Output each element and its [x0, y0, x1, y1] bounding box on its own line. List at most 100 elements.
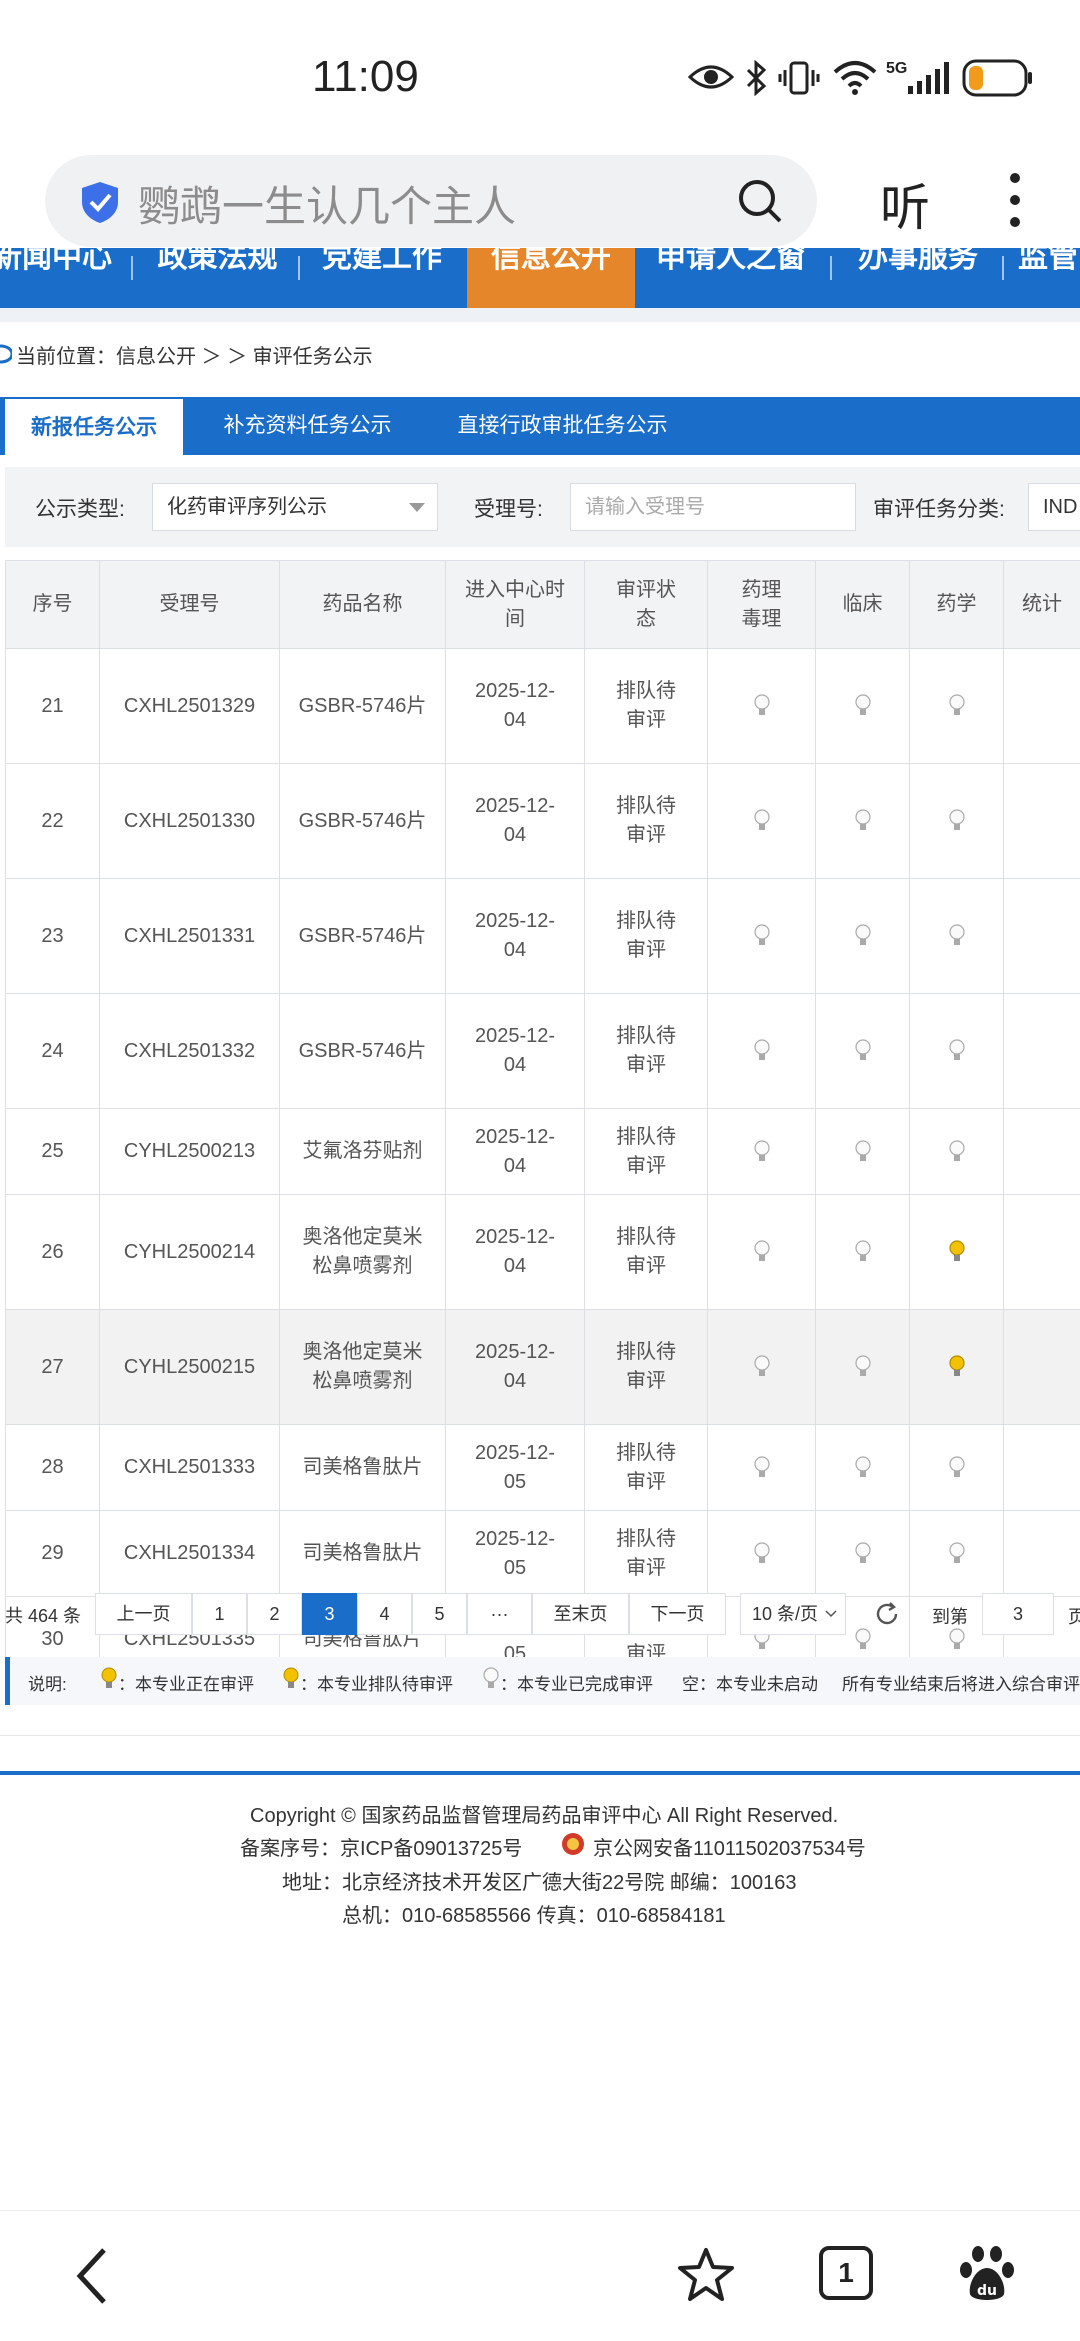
back-icon[interactable] [72, 2246, 112, 2306]
table-row[interactable]: 23CXHL2501331GSBR-5746片2025-12-04排队待审评 [6, 879, 1080, 994]
status-time: 11:09 [312, 52, 419, 102]
star-icon[interactable] [676, 2246, 736, 2304]
nav-policy[interactable]: 政策法规 [150, 248, 285, 308]
tab-new-tasks[interactable]: 新报任务公示 [5, 397, 183, 455]
footer-phone: 总机：010-68585566 传真：010-68584181 [342, 1899, 726, 1928]
cell-no: 25 [6, 1109, 100, 1195]
legend-note: 所有专业结束后将进入综合审评 [842, 1670, 1080, 1695]
cell-review-light [708, 1195, 816, 1310]
table-row[interactable]: 27CYHL2500215奥洛他定莫米松鼻喷雾剂2025-12-04排队待审评 [6, 1310, 1080, 1425]
baidu-paw-icon[interactable]: du [958, 2244, 1016, 2304]
cell-drug-name: GSBR-5746片 [280, 879, 446, 994]
table-row[interactable]: 26CYHL2500214奥洛他定莫米松鼻喷雾剂2025-12-04排队待审评 [6, 1195, 1080, 1310]
accept-label: 受理号: [474, 493, 543, 523]
bulb-done-icon [754, 924, 770, 948]
nav-services[interactable]: 办事服务 [848, 248, 988, 308]
type-select[interactable]: 化药审评序列公示 [152, 483, 438, 531]
bulb-reviewing-icon [101, 1667, 117, 1691]
table-row[interactable]: 21CXHL2501329GSBR-5746片2025-12-04排队待审评 [6, 649, 1080, 764]
search-query[interactable]: 鹦鹉一生认几个主人 [138, 173, 516, 234]
page-ellipsis[interactable]: ··· [467, 1593, 532, 1635]
page-button[interactable]: 1 [192, 1593, 247, 1635]
next-page-button[interactable]: 下一页 [629, 1593, 726, 1635]
page-button[interactable]: 2 [247, 1593, 302, 1635]
bulb-done-icon [855, 924, 871, 948]
cell-accept-no: CXHL2501333 [100, 1425, 280, 1511]
col-header: 统计 [1004, 561, 1080, 649]
cell-date: 2025-12-04 [446, 1310, 585, 1425]
total-count: 共 464 条 [5, 1602, 81, 1628]
nav-info-public[interactable]: 信息公开 [467, 248, 635, 308]
col-header: 序号 [6, 561, 100, 649]
cell-accept-no: CYHL2500215 [100, 1310, 280, 1425]
bulb-done-icon [754, 1355, 770, 1379]
cell-review-light [910, 1425, 1004, 1511]
refresh-icon[interactable] [874, 1601, 900, 1627]
prev-page-button[interactable]: 上一页 [95, 1593, 192, 1635]
cell-date: 2025-12-04 [446, 1109, 585, 1195]
bulb-done-icon [855, 809, 871, 833]
tab-supplement-tasks[interactable]: 补充资料任务公示 [200, 397, 415, 455]
table-row[interactable]: 22CXHL2501330GSBR-5746片2025-12-04排队待审评 [6, 764, 1080, 879]
nav-news[interactable]: 新闻中心 [0, 248, 112, 308]
cell-no: 24 [6, 994, 100, 1109]
more-icon[interactable] [1008, 172, 1022, 228]
cell-status: 排队待审评 [585, 1195, 708, 1310]
footer-icp[interactable]: 备案序号：京ICP备09013725号 [240, 1832, 522, 1861]
eye-icon [688, 62, 734, 92]
accept-number-input[interactable]: 请输入受理号 [570, 483, 856, 531]
page-size-value: 10 条/页 [752, 1604, 818, 1624]
goto-page-input[interactable]: 3 [982, 1593, 1054, 1635]
col-header: 进入中心时间 [446, 561, 585, 649]
table-row[interactable]: 25CYHL2500213艾氟洛芬贴剂2025-12-04排队待审评 [6, 1109, 1080, 1195]
category-label: 审评任务分类: [873, 493, 1005, 523]
cell-review-light [816, 1425, 910, 1511]
task-tabs: 新报任务公示 补充资料任务公示 直接行政审批任务公示 [0, 397, 1080, 455]
cell-review-light [816, 1195, 910, 1310]
nav-party[interactable]: 党建工作 [312, 248, 452, 308]
table-header: 序号 受理号 药品名称 进入中心时间 审评状态 药理毒理 临床 药学 统计 [6, 561, 1080, 649]
browser-bottom-bar [0, 2210, 1080, 2341]
bulb-done-icon [855, 1240, 871, 1264]
cell-drug-name: GSBR-5746片 [280, 994, 446, 1109]
col-header: 药学 [910, 561, 1004, 649]
cell-review-light [816, 994, 910, 1109]
last-page-button[interactable]: 至末页 [532, 1593, 629, 1635]
cell-review-light [816, 764, 910, 879]
cell-drug-name: 奥洛他定莫米松鼻喷雾剂 [280, 1195, 446, 1310]
listen-button[interactable]: 听 [880, 168, 930, 240]
cell-status: 排队待审评 [585, 1310, 708, 1425]
cell-accept-no: CXHL2501329 [100, 649, 280, 764]
cell-accept-no: CYHL2500213 [100, 1109, 280, 1195]
tab-direct-approval-tasks[interactable]: 直接行政审批任务公示 [440, 397, 685, 455]
footer-police[interactable]: 京公网安备11011502037534号 [593, 1832, 866, 1861]
cell-statistics [1004, 1511, 1080, 1597]
table-row[interactable]: 29CXHL2501334司美格鲁肽片2025-12-05排队待审评 [6, 1511, 1080, 1597]
page-button-current[interactable]: 3 [302, 1593, 357, 1635]
tabs-icon[interactable]: 1 [819, 2246, 873, 2300]
bulb-done-icon [949, 809, 965, 833]
cell-review-light [816, 1109, 910, 1195]
bulb-done-icon [949, 1140, 965, 1164]
cell-review-light [708, 994, 816, 1109]
cell-accept-no: CXHL2501334 [100, 1511, 280, 1597]
shield-icon [78, 180, 122, 224]
cell-status: 排队待审评 [585, 1109, 708, 1195]
type-label: 公示类型: [35, 493, 125, 523]
page-button[interactable]: 4 [357, 1593, 412, 1635]
nav-divider [131, 256, 133, 280]
cell-review-light [910, 1511, 1004, 1597]
cell-accept-no: CXHL2501332 [100, 994, 280, 1109]
legend-empty: 空：本专业未启动 [682, 1670, 818, 1695]
page-size-select[interactable]: 10 条/页 [740, 1593, 846, 1635]
nav-supervision[interactable]: 监管 [1018, 248, 1080, 308]
table-row[interactable]: 24CXHL2501332GSBR-5746片2025-12-04排队待审评 [6, 994, 1080, 1109]
nav-applicant[interactable]: 申请人之窗 [650, 248, 812, 308]
cell-no: 28 [6, 1425, 100, 1511]
table-row[interactable]: 28CXHL2501333司美格鲁肽片2025-12-05排队待审评 [6, 1425, 1080, 1511]
battery-icon [962, 58, 1034, 98]
category-select[interactable]: IND [1028, 483, 1080, 531]
type-select-value: 化药审评序列公示 [167, 496, 327, 518]
page-button[interactable]: 5 [412, 1593, 467, 1635]
search-icon[interactable] [736, 177, 784, 225]
